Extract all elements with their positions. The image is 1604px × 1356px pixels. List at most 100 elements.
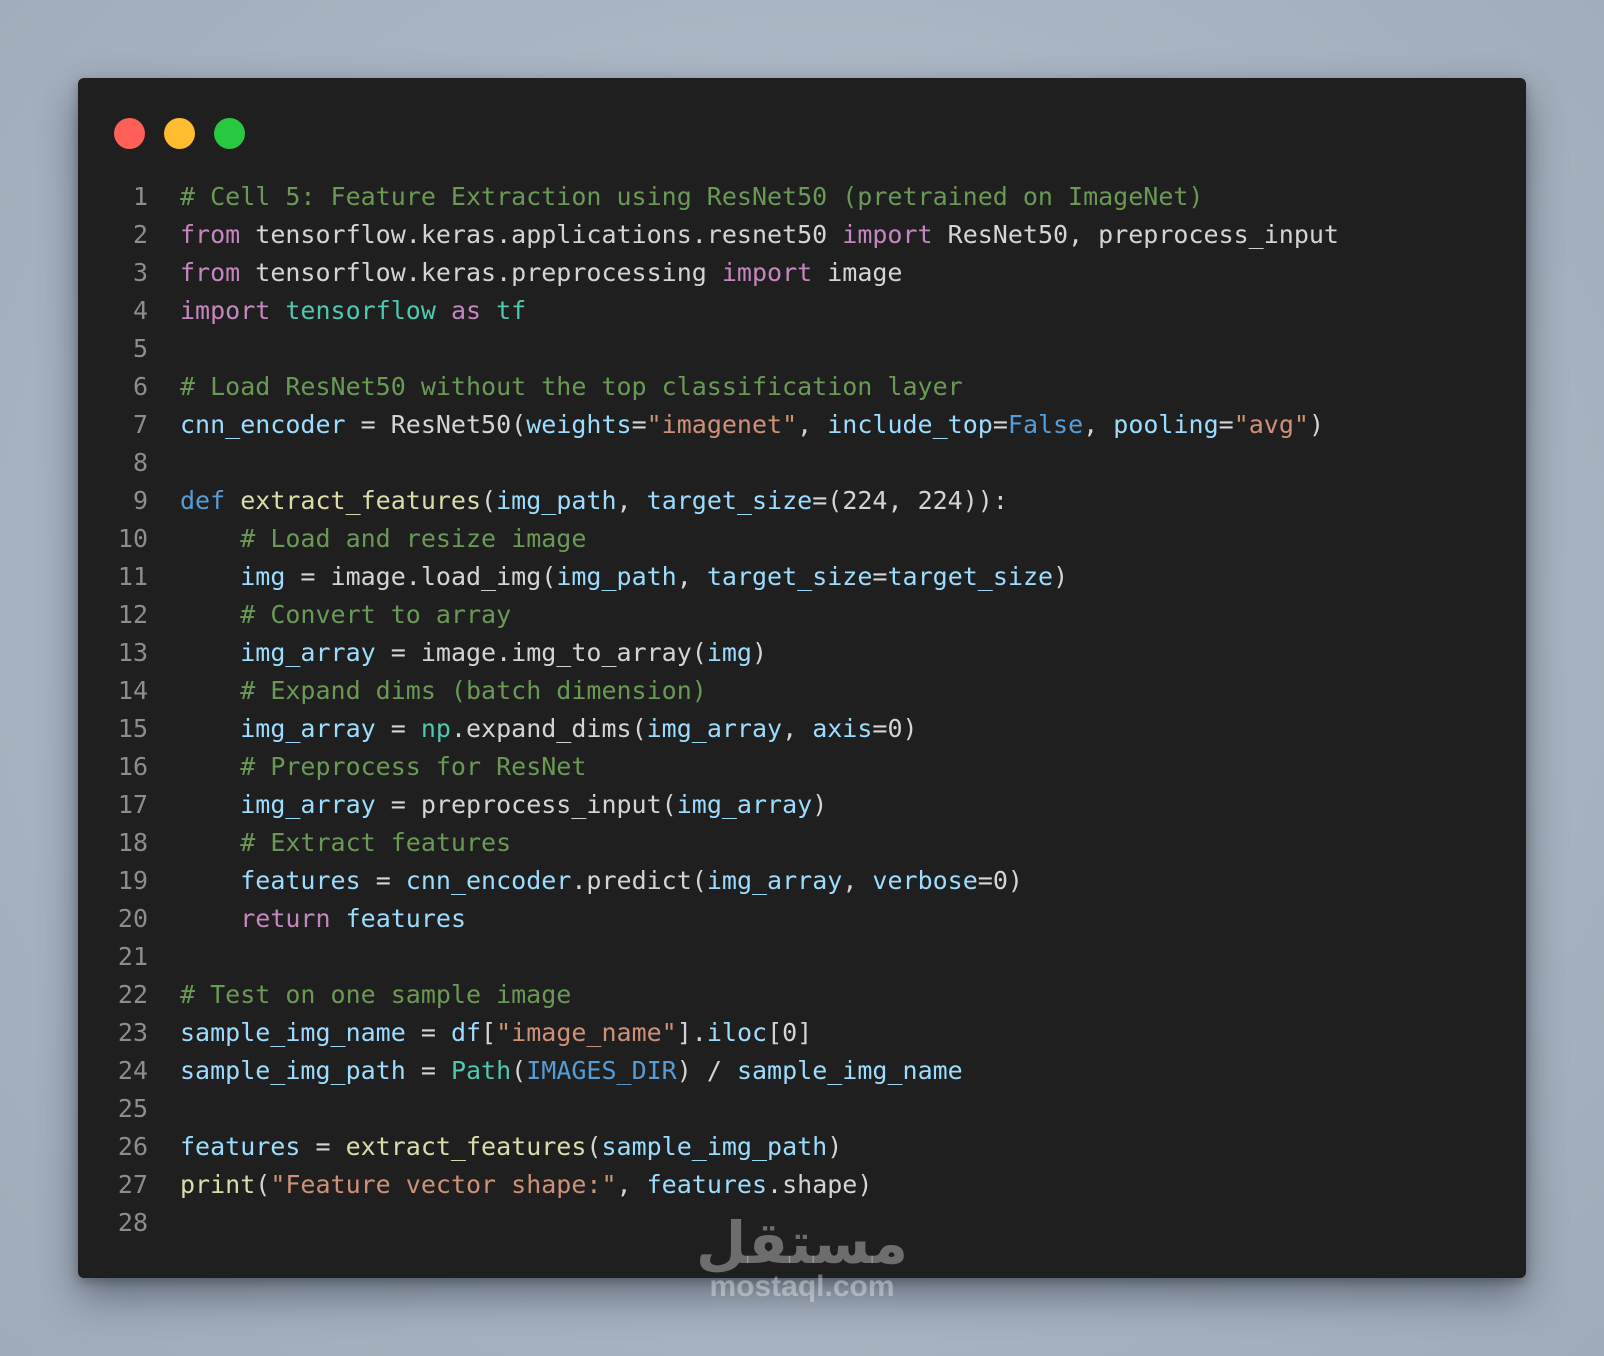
code-token: tensorflow.keras.preprocessing [240,258,722,287]
code-line: 12 # Convert to array [78,596,1526,634]
code-token: = [405,1018,451,1047]
code-token: df [450,1018,482,1047]
close-dot-icon[interactable] [114,118,145,149]
minimize-dot-icon[interactable] [164,118,195,149]
code-line: 18 # Extract features [78,824,1526,862]
code-token: target_size [646,486,813,515]
code-token: pooling [1113,410,1219,439]
code-token: IMAGES_DIR [526,1056,677,1085]
code-line: 1 # Cell 5: Feature Extraction using ResN… [78,178,1526,216]
line-number: 8 [132,448,148,477]
code-token: False [1007,410,1084,439]
code-text: features = cnn_encoder.predict(img_array… [148,862,1023,900]
line-number: 25 [117,1094,148,1123]
code-token: target_size [887,562,1054,591]
line-number: 11 [117,562,148,591]
code-token: sample_img_path [180,1056,406,1085]
code-token: np [420,714,451,743]
code-line: 17 img_array = preprocess_input(img_arra… [78,786,1526,824]
code-text: # Test on one sample image [148,976,571,1014]
code-window: 1 # Cell 5: Feature Extraction using ResN… [78,78,1526,1278]
code-token: as [450,296,482,325]
line-number: 15 [117,714,148,743]
maximize-dot-icon[interactable] [214,118,245,149]
code-text: def extract_features(img_path, target_si… [148,482,1008,520]
code-token: ) / [676,1056,737,1085]
code-token: ( [586,1132,602,1161]
code-token: features [180,1132,301,1161]
code-line: 26 features = extract_features(sample_img… [78,1128,1526,1166]
code-token: , [782,714,813,743]
code-line: 2 from tensorflow.keras.applications.resn… [78,216,1526,254]
code-line: 27 print("Feature vector shape:", feature… [78,1166,1526,1204]
code-editor: 1 # Cell 5: Feature Extraction using ResN… [78,178,1526,1242]
code-line: 28 [78,1204,1526,1242]
code-token: # Load ResNet50 without the top classifi… [180,372,963,401]
code-token: img_path [496,486,617,515]
line-number: 3 [132,258,148,287]
code-token: , [676,562,707,591]
code-token: =0) [872,714,918,743]
code-line: 15 img_array = np.expand_dims(img_array,… [78,710,1526,748]
code-token: "avg" [1233,410,1309,439]
code-token: img_array [706,866,843,895]
code-token: weights [526,410,632,439]
code-token: # Convert to array [240,600,512,629]
code-token: "image_name" [496,1018,677,1047]
code-line: 22 # Test on one sample image [78,976,1526,1014]
code-token: sample_img_path [601,1132,828,1161]
code-token: = [405,1056,451,1085]
line-number: 4 [132,296,148,325]
code-token: = [360,866,406,895]
line-number: 5 [132,334,148,363]
code-token: # Cell 5: Feature Extraction using ResNe… [180,182,1204,211]
code-text: return features [148,900,466,938]
code-text: # Load and resize image [148,520,586,558]
code-token: = preprocess_input( [375,790,677,819]
code-token: , [797,410,828,439]
code-token: # Load and resize image [240,524,587,553]
code-token: img [706,638,752,667]
code-token: verbose [872,866,978,895]
code-token: cnn_encoder [180,410,346,439]
code-line: 21 [78,938,1526,976]
code-line: 4 import tensorflow as tf [78,292,1526,330]
code-token: img_array [240,714,376,743]
code-token: ( [481,486,497,515]
line-number: 1 [132,182,148,211]
code-token: ]. [676,1018,707,1047]
line-number: 12 [117,600,148,629]
code-text: from tensorflow.keras.applications.resne… [148,216,1339,254]
code-token: = [375,714,421,743]
code-token: # Expand dims (batch dimension) [240,676,707,705]
code-token: extract_features [345,1132,587,1161]
code-token: # Test on one sample image [180,980,572,1009]
code-token: img_path [556,562,677,591]
code-token: # Extract features [240,828,512,857]
code-token: img_array [240,790,376,819]
code-text: img_array = preprocess_input(img_array) [148,786,827,824]
code-text: img_array = image.img_to_array(img) [148,634,767,672]
code-text: features = extract_features(sample_img_p… [148,1128,842,1166]
code-token: = [992,410,1008,439]
code-token: .shape) [767,1170,873,1199]
line-number: 7 [132,410,148,439]
code-token: tensorflow [285,296,436,325]
line-number: 24 [117,1056,148,1085]
code-token: [0] [767,1018,813,1047]
code-token: ) [1053,562,1069,591]
code-line: 24 sample_img_path = Path(IMAGES_DIR) / s… [78,1052,1526,1090]
code-token: img [240,562,286,591]
line-number: 18 [117,828,148,857]
